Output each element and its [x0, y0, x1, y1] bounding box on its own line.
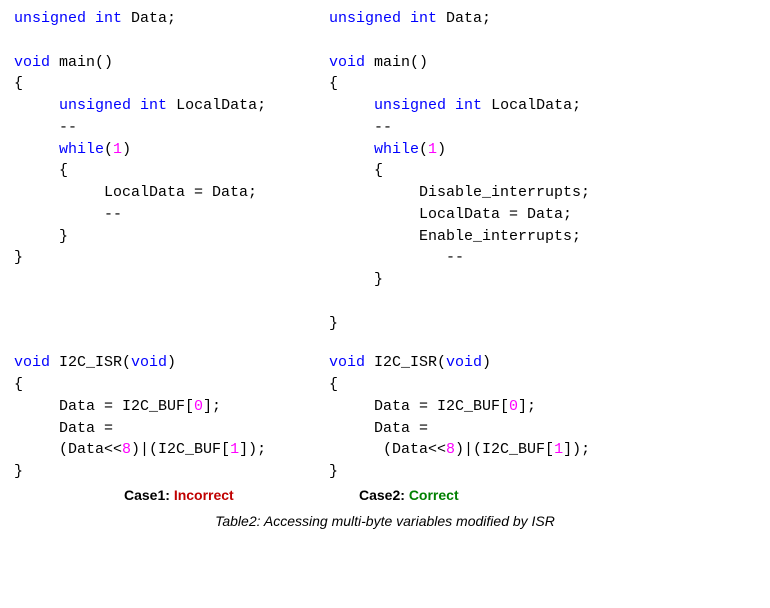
kw-unsigned: unsigned — [59, 97, 131, 114]
kw-void: void — [329, 54, 365, 71]
pad — [329, 97, 374, 114]
brace-open: { — [14, 75, 23, 92]
kw-void: void — [14, 354, 50, 371]
code-right-isr: void I2C_ISR(void) { Data = I2C_BUF[0]; … — [329, 352, 756, 483]
kw-while: while — [59, 141, 104, 158]
fn-isr: I2C_ISR( — [365, 354, 446, 371]
pad — [14, 141, 59, 158]
brace-close: } — [14, 228, 68, 245]
num-1: 1 — [554, 441, 563, 458]
num-8: 8 — [122, 441, 131, 458]
brace-open: { — [329, 162, 383, 179]
fn-main: main() — [365, 54, 428, 71]
kw-int: int — [140, 97, 167, 114]
num-1: 1 — [428, 141, 437, 158]
kw-unsigned: unsigned — [374, 97, 446, 114]
code-line: ]; — [203, 398, 221, 415]
case-labels-row: Case1: Incorrect Case2: Correct — [14, 485, 756, 505]
code-top-row: unsigned int Data; void main() { unsigne… — [14, 8, 756, 334]
code-line: Data = I2C_BUF[ — [14, 398, 194, 415]
code-line: -- — [329, 249, 464, 266]
pad — [329, 141, 374, 158]
fn-isr: I2C_ISR( — [50, 354, 131, 371]
code-line: Enable_interrupts; — [329, 228, 581, 245]
code-line: )|(I2C_BUF[ — [131, 441, 230, 458]
code-line: Data = — [14, 420, 113, 437]
case1-status: Incorrect — [174, 487, 234, 503]
brace-close: } — [329, 463, 338, 480]
ident-localdata: LocalData; — [167, 97, 266, 114]
kw-unsigned: unsigned — [329, 10, 401, 27]
num-0: 0 — [509, 398, 518, 415]
paren: ) — [482, 354, 491, 371]
code-line: LocalData = Data; — [14, 184, 257, 201]
kw-void: void — [14, 54, 50, 71]
code-left-main: unsigned int Data; void main() { unsigne… — [14, 8, 329, 313]
code-line: (Data<< — [329, 441, 446, 458]
code-line: )|(I2C_BUF[ — [455, 441, 554, 458]
kw-int: int — [455, 97, 482, 114]
code-isr-row: void I2C_ISR(void) { Data = I2C_BUF[0]; … — [14, 352, 756, 483]
ident-localdata: LocalData; — [482, 97, 581, 114]
table-caption: Table2: Accessing multi-byte variables m… — [14, 511, 756, 531]
case2-prefix: Case2: — [359, 487, 409, 503]
brace-open: { — [14, 162, 68, 179]
pad — [14, 97, 59, 114]
case1-label: Case1: Incorrect — [14, 485, 329, 505]
code-line: Data = I2C_BUF[ — [329, 398, 509, 415]
paren: ( — [419, 141, 428, 158]
case1-prefix: Case1: — [124, 487, 174, 503]
code-line: -- — [14, 119, 77, 136]
brace-close: } — [329, 271, 383, 288]
code-line: ]); — [563, 441, 590, 458]
kw-unsigned: unsigned — [14, 10, 86, 27]
brace-close: } — [329, 315, 338, 332]
kw-void: void — [329, 354, 365, 371]
fn-main: main() — [50, 54, 113, 71]
num-8: 8 — [446, 441, 455, 458]
paren: ) — [167, 354, 176, 371]
code-line: Disable_interrupts; — [329, 184, 590, 201]
ident-data: Data; — [122, 10, 176, 27]
code-right-main: unsigned int Data; void main() { unsigne… — [329, 8, 756, 334]
kw-int: int — [410, 10, 437, 27]
brace-close: } — [14, 249, 23, 266]
num-1: 1 — [230, 441, 239, 458]
ident-data: Data; — [437, 10, 491, 27]
code-line: ]; — [518, 398, 536, 415]
code-line: Data = — [329, 420, 428, 437]
num-1: 1 — [113, 141, 122, 158]
brace-open: { — [329, 376, 338, 393]
num-0: 0 — [194, 398, 203, 415]
paren: ) — [437, 141, 446, 158]
code-line: (Data<< — [14, 441, 122, 458]
case2-label: Case2: Correct — [329, 485, 756, 505]
brace-open: { — [14, 376, 23, 393]
kw-void: void — [446, 354, 482, 371]
code-line: LocalData = Data; — [329, 206, 572, 223]
paren: ) — [122, 141, 131, 158]
paren: ( — [104, 141, 113, 158]
brace-open: { — [329, 75, 338, 92]
kw-while: while — [374, 141, 419, 158]
case2-status: Correct — [409, 487, 459, 503]
code-left-isr: void I2C_ISR(void) { Data = I2C_BUF[0]; … — [14, 352, 329, 483]
code-line: -- — [14, 206, 122, 223]
brace-close: } — [14, 463, 23, 480]
code-line: -- — [329, 119, 392, 136]
kw-void: void — [131, 354, 167, 371]
code-line: ]); — [239, 441, 266, 458]
kw-int: int — [95, 10, 122, 27]
